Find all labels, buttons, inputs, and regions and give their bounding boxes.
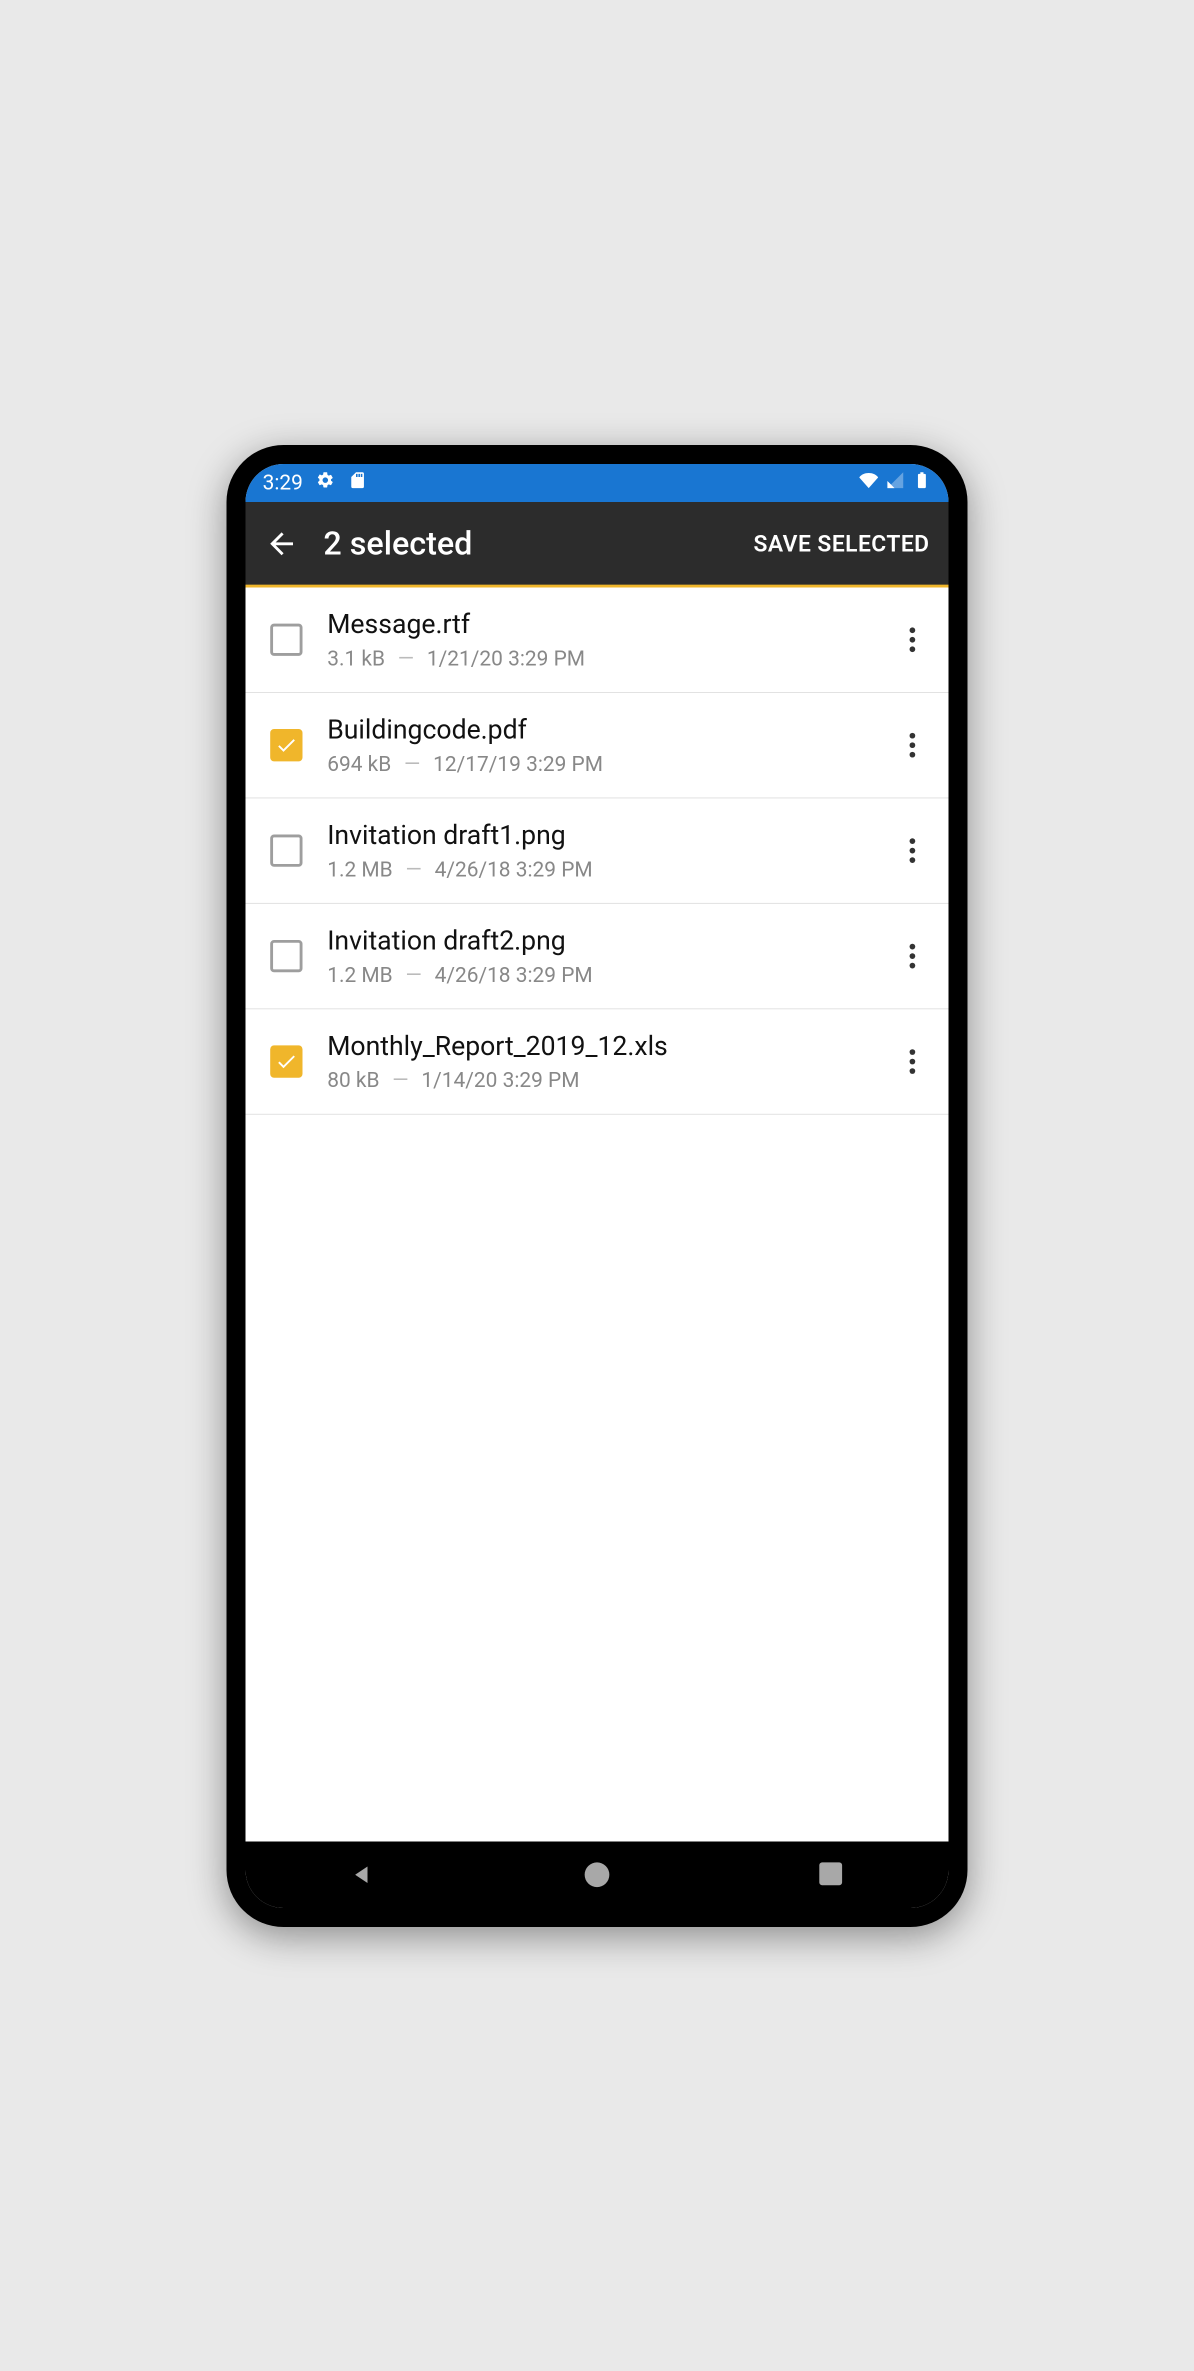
- checkbox[interactable]: [270, 729, 302, 761]
- overflow-menu-button[interactable]: [893, 831, 931, 869]
- file-name: Message.rtf: [327, 608, 893, 639]
- file-meta: 1.2 MB — 4/26/18 3:29 PM: [327, 858, 893, 882]
- file-info: Invitation draft1.png 1.2 MB — 4/26/18 3…: [327, 819, 893, 882]
- screen: 3:29: [246, 464, 949, 1908]
- file-size: 1.2 MB: [327, 858, 392, 882]
- page-title: 2 selected: [323, 524, 472, 562]
- file-date: 12/17/19 3:29 PM: [433, 752, 603, 776]
- file-row[interactable]: Invitation draft2.png 1.2 MB — 4/26/18 3…: [246, 903, 949, 1008]
- file-info: Message.rtf 3.1 kB — 1/21/20 3:29 PM: [327, 608, 893, 671]
- file-size: 1.2 MB: [327, 963, 392, 987]
- file-name: Buildingcode.pdf: [327, 713, 893, 744]
- status-left: 3:29: [263, 470, 368, 495]
- clock: 3:29: [263, 471, 303, 495]
- file-size: 694 kB: [327, 752, 391, 776]
- file-list: Message.rtf 3.1 kB — 1/21/20 3:29 PM Bui…: [246, 587, 949, 1841]
- file-row[interactable]: Invitation draft1.png 1.2 MB — 4/26/18 3…: [246, 798, 949, 903]
- file-info: Invitation draft2.png 1.2 MB — 4/26/18 3…: [327, 924, 893, 987]
- status-right: [859, 470, 931, 495]
- file-meta: 694 kB — 12/17/19 3:29 PM: [327, 752, 893, 776]
- file-size: 80 kB: [327, 1069, 379, 1093]
- meta-separator: —: [405, 858, 421, 882]
- checkbox[interactable]: [270, 1045, 302, 1077]
- overflow-menu-button[interactable]: [893, 620, 931, 658]
- android-nav-bar: [246, 1841, 949, 1908]
- checkbox[interactable]: [270, 939, 302, 971]
- meta-separator: —: [398, 647, 414, 671]
- status-bar: 3:29: [246, 464, 949, 502]
- file-name: Monthly_Report_2019_12.xls: [327, 1030, 893, 1061]
- file-row[interactable]: Monthly_Report_2019_12.xls 80 kB — 1/14/…: [246, 1009, 949, 1114]
- meta-separator: —: [404, 752, 420, 776]
- nav-home-button[interactable]: [585, 1862, 610, 1887]
- file-row[interactable]: Message.rtf 3.1 kB — 1/21/20 3:29 PM: [246, 587, 949, 692]
- gear-icon: [316, 470, 335, 495]
- file-date: 1/14/20 3:29 PM: [421, 1069, 579, 1093]
- save-selected-button[interactable]: SAVE SELECTED: [753, 530, 929, 557]
- checkbox[interactable]: [270, 834, 302, 866]
- battery-icon: [912, 470, 931, 495]
- device-frame: 3:29: [227, 445, 968, 1927]
- file-date: 1/21/20 3:29 PM: [427, 647, 585, 671]
- nav-back-button[interactable]: [350, 1862, 375, 1887]
- file-row[interactable]: Buildingcode.pdf 694 kB — 12/17/19 3:29 …: [246, 692, 949, 797]
- file-name: Invitation draft1.png: [327, 819, 893, 850]
- file-info: Buildingcode.pdf 694 kB — 12/17/19 3:29 …: [327, 713, 893, 776]
- wifi-icon: [859, 470, 878, 495]
- meta-separator: —: [392, 1069, 408, 1093]
- sd-card-icon: [349, 470, 368, 495]
- checkbox[interactable]: [270, 623, 302, 655]
- signal-icon: [886, 470, 905, 495]
- file-meta: 1.2 MB — 4/26/18 3:29 PM: [327, 963, 893, 987]
- file-date: 4/26/18 3:29 PM: [435, 858, 593, 882]
- nav-recent-button[interactable]: [819, 1862, 844, 1887]
- back-button[interactable]: [265, 526, 299, 560]
- file-meta: 3.1 kB — 1/21/20 3:29 PM: [327, 647, 893, 671]
- meta-separator: —: [405, 963, 421, 987]
- file-size: 3.1 kB: [327, 647, 385, 671]
- app-bar: 2 selected SAVE SELECTED: [246, 502, 949, 588]
- overflow-menu-button[interactable]: [893, 937, 931, 975]
- overflow-menu-button[interactable]: [893, 726, 931, 764]
- file-name: Invitation draft2.png: [327, 924, 893, 955]
- file-info: Monthly_Report_2019_12.xls 80 kB — 1/14/…: [327, 1030, 893, 1093]
- overflow-menu-button[interactable]: [893, 1042, 931, 1080]
- file-meta: 80 kB — 1/14/20 3:29 PM: [327, 1069, 893, 1093]
- file-date: 4/26/18 3:29 PM: [435, 963, 593, 987]
